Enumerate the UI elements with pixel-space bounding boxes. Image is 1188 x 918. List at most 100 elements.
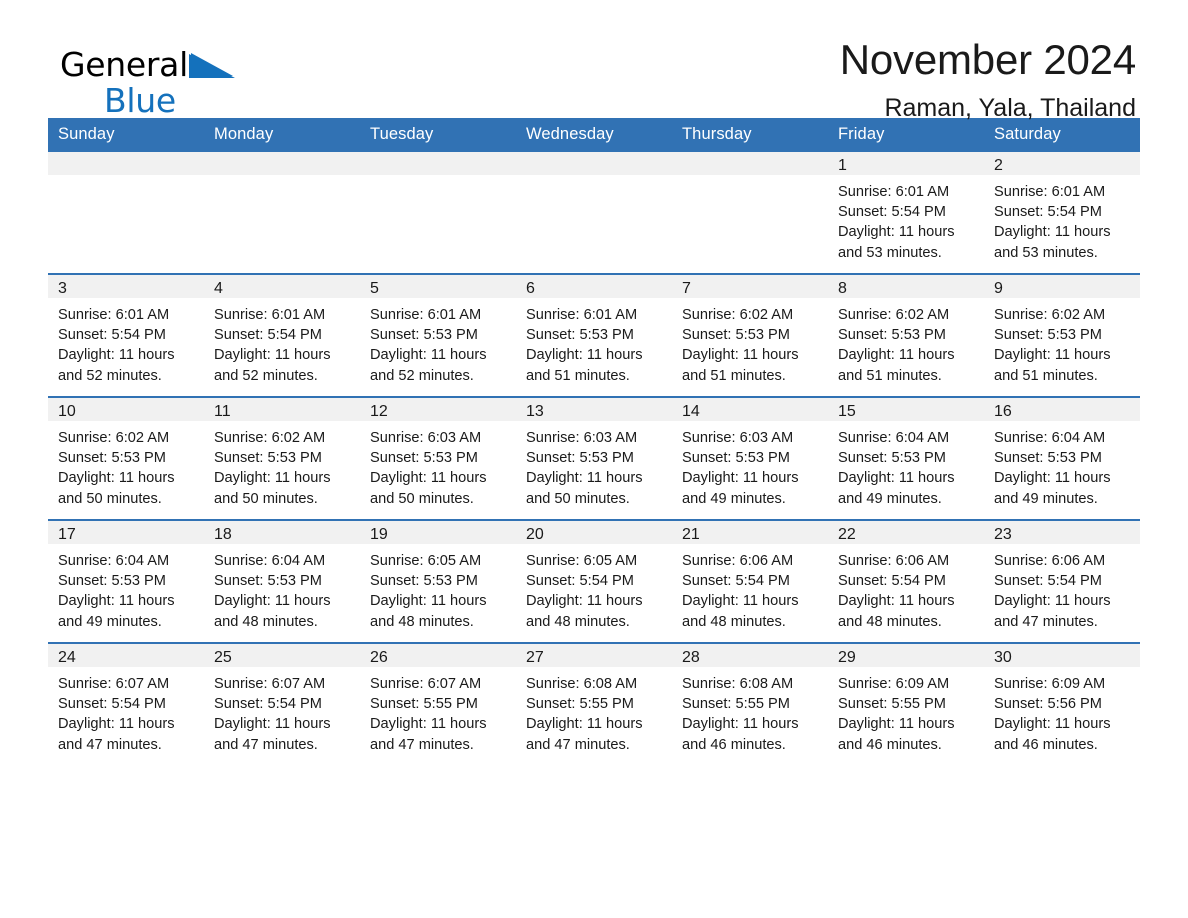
calendar-day-cell[interactable]: 13 Sunrise: 6:03 AM Sunset: 5:53 PM Dayligh… <box>516 396 672 520</box>
day-number: 9 <box>984 275 1140 298</box>
day-number: 27 <box>516 644 672 667</box>
calendar-day-cell[interactable]: 9 Sunrise: 6:02 AM Sunset: 5:53 PM Daylight… <box>984 273 1140 397</box>
calendar-day-cell[interactable]: 12 Sunrise: 6:03 AM Sunset: 5:53 PM Dayligh… <box>360 396 516 520</box>
daylight-text-line1: Daylight: 11 hours <box>682 593 799 610</box>
calendar-body: 1 Sunrise: 6:01 AM Sunset: 5:54 PM Daylight… <box>48 152 1140 765</box>
sunset-text: Sunset: 5:54 PM <box>58 696 166 713</box>
sunset-text: Sunset: 5:53 PM <box>838 450 946 467</box>
calendar-day-cell[interactable]: 20 Sunrise: 6:05 AM Sunset: 5:54 PM Dayligh… <box>516 519 672 643</box>
sunrise-text: Sunrise: 6:04 AM <box>58 553 170 569</box>
day-number: 11 <box>204 398 360 421</box>
day-number: 21 <box>672 521 828 544</box>
brand-name-general: General <box>60 48 235 83</box>
day-number: 12 <box>360 398 516 421</box>
sunset-text: Sunset: 5:54 PM <box>838 573 946 590</box>
sunrise-text: Sunrise: 6:05 AM <box>370 553 482 569</box>
calendar-day-cell[interactable]: 17 Sunrise: 6:04 AM Sunset: 5:53 PM Dayligh… <box>48 519 204 643</box>
calendar-day-cell[interactable]: 25 Sunrise: 6:07 AM Sunset: 5:54 PM Dayligh… <box>204 642 360 765</box>
day-number: 17 <box>48 521 204 544</box>
daylight-text-line1: Daylight: 11 hours <box>370 593 487 610</box>
calendar-day-cell[interactable]: 22 Sunrise: 6:06 AM Sunset: 5:54 PM Dayligh… <box>828 519 984 643</box>
daylight-text-line1: Daylight: 11 hours <box>526 470 643 487</box>
calendar-day-cell[interactable]: 21 Sunrise: 6:06 AM Sunset: 5:54 PM Dayligh… <box>672 519 828 643</box>
weekday-header-tuesday: Tuesday <box>360 118 516 152</box>
calendar-day-cell[interactable]: 29 Sunrise: 6:09 AM Sunset: 5:55 PM Dayligh… <box>828 642 984 765</box>
calendar-day-cell[interactable]: 30 Sunrise: 6:09 AM Sunset: 5:56 PM Dayligh… <box>984 642 1140 765</box>
day-sun-info: Sunrise: 6:05 AM Sunset: 5:53 PM Daylight:… <box>360 544 516 632</box>
daylight-text-line2: and 50 minutes. <box>58 490 162 507</box>
day-sun-info: Sunrise: 6:02 AM Sunset: 5:53 PM Daylight:… <box>672 298 828 386</box>
sunset-text: Sunset: 5:53 PM <box>370 573 478 590</box>
day-sun-info: Sunrise: 6:08 AM Sunset: 5:55 PM Daylight:… <box>516 667 672 755</box>
day-sun-info: Sunrise: 6:01 AM Sunset: 5:54 PM Daylight:… <box>984 175 1140 263</box>
calendar-day-cell[interactable]: 6 Sunrise: 6:01 AM Sunset: 5:53 PM Daylight… <box>516 273 672 397</box>
calendar-day-cell[interactable]: 3 Sunrise: 6:01 AM Sunset: 5:54 PM Daylight… <box>48 273 204 397</box>
day-number: 26 <box>360 644 516 667</box>
sunrise-text: Sunrise: 6:08 AM <box>682 676 794 692</box>
daylight-text-line1: Daylight: 11 hours <box>838 716 955 733</box>
calendar-day-cell[interactable]: 27 Sunrise: 6:08 AM Sunset: 5:55 PM Dayligh… <box>516 642 672 765</box>
day-sun-info: Sunrise: 6:08 AM Sunset: 5:55 PM Daylight:… <box>672 667 828 755</box>
sunrise-text: Sunrise: 6:02 AM <box>58 430 170 446</box>
weekday-header-sunday: Sunday <box>48 118 204 152</box>
sunset-text: Sunset: 5:53 PM <box>58 573 166 590</box>
day-sun-info: Sunrise: 6:07 AM Sunset: 5:55 PM Daylight:… <box>360 667 516 755</box>
daylight-text-line2: and 48 minutes. <box>214 613 318 630</box>
day-sun-info: Sunrise: 6:01 AM Sunset: 5:53 PM Daylight:… <box>516 298 672 386</box>
calendar-page: General Blue November 2024 Raman, Yala, … <box>0 0 1188 918</box>
calendar-day-cell[interactable]: 14 Sunrise: 6:03 AM Sunset: 5:53 PM Dayligh… <box>672 396 828 520</box>
sunset-text: Sunset: 5:54 PM <box>994 204 1102 221</box>
daylight-text-line2: and 51 minutes. <box>682 367 786 384</box>
sunset-text: Sunset: 5:54 PM <box>526 573 634 590</box>
daylight-text-line1: Daylight: 11 hours <box>994 716 1111 733</box>
daylight-text-line1: Daylight: 11 hours <box>370 470 487 487</box>
weekday-header-monday: Monday <box>204 118 360 152</box>
calendar-day-cell[interactable]: 8 Sunrise: 6:02 AM Sunset: 5:53 PM Daylight… <box>828 273 984 397</box>
calendar-day-cell[interactable]: 28 Sunrise: 6:08 AM Sunset: 5:55 PM Dayligh… <box>672 642 828 765</box>
calendar-day-cell[interactable]: 26 Sunrise: 6:07 AM Sunset: 5:55 PM Dayligh… <box>360 642 516 765</box>
day-sun-info: Sunrise: 6:02 AM Sunset: 5:53 PM Daylight:… <box>984 298 1140 386</box>
calendar-day-cell[interactable]: 5 Sunrise: 6:01 AM Sunset: 5:53 PM Daylight… <box>360 273 516 397</box>
calendar-day-cell[interactable]: 24 Sunrise: 6:07 AM Sunset: 5:54 PM Dayligh… <box>48 642 204 765</box>
sunrise-text: Sunrise: 6:01 AM <box>526 307 638 323</box>
brand-logo[interactable]: General Blue <box>60 48 235 117</box>
day-number: 1 <box>828 152 984 175</box>
daylight-text-line2: and 47 minutes. <box>370 736 474 753</box>
calendar-day-cell[interactable]: 11 Sunrise: 6:02 AM Sunset: 5:53 PM Dayligh… <box>204 396 360 520</box>
daylight-text-line1: Daylight: 11 hours <box>526 593 643 610</box>
calendar-day-cell[interactable]: 1 Sunrise: 6:01 AM Sunset: 5:54 PM Daylight… <box>828 152 984 274</box>
sunrise-text: Sunrise: 6:09 AM <box>994 676 1106 692</box>
daylight-text-line2: and 46 minutes. <box>682 736 786 753</box>
daylight-text-line1: Daylight: 11 hours <box>682 470 799 487</box>
calendar-day-cell[interactable]: 2 Sunrise: 6:01 AM Sunset: 5:54 PM Daylight… <box>984 152 1140 274</box>
calendar-day-cell[interactable]: 18 Sunrise: 6:04 AM Sunset: 5:53 PM Dayligh… <box>204 519 360 643</box>
daylight-text-line1: Daylight: 11 hours <box>994 470 1111 487</box>
calendar-day-cell[interactable]: 23 Sunrise: 6:06 AM Sunset: 5:54 PM Dayligh… <box>984 519 1140 643</box>
daylight-text-line1: Daylight: 11 hours <box>58 347 175 364</box>
calendar-day-cell[interactable]: 16 Sunrise: 6:04 AM Sunset: 5:53 PM Dayligh… <box>984 396 1140 520</box>
daylight-text-line1: Daylight: 11 hours <box>682 716 799 733</box>
calendar-day-cell[interactable]: 15 Sunrise: 6:04 AM Sunset: 5:53 PM Dayligh… <box>828 396 984 520</box>
day-number: 22 <box>828 521 984 544</box>
day-sun-info: Sunrise: 6:09 AM Sunset: 5:55 PM Daylight:… <box>828 667 984 755</box>
day-number: 20 <box>516 521 672 544</box>
calendar-day-cell[interactable]: 10 Sunrise: 6:02 AM Sunset: 5:53 PM Dayligh… <box>48 396 204 520</box>
daylight-text-line2: and 47 minutes. <box>214 736 318 753</box>
calendar-day-cell[interactable]: 7 Sunrise: 6:02 AM Sunset: 5:53 PM Daylight… <box>672 273 828 397</box>
daylight-text-line1: Daylight: 11 hours <box>58 716 175 733</box>
calendar-week-row: 24 Sunrise: 6:07 AM Sunset: 5:54 PM Dayligh… <box>48 642 1140 765</box>
weekday-header-row: Sunday Monday Tuesday Wednesday Thursday… <box>48 118 1140 152</box>
daylight-text-line1: Daylight: 11 hours <box>370 347 487 364</box>
daylight-text-line2: and 46 minutes. <box>994 736 1098 753</box>
daylight-text-line2: and 48 minutes. <box>682 613 786 630</box>
weekday-header-friday: Friday <box>828 118 984 152</box>
day-sun-info: Sunrise: 6:06 AM Sunset: 5:54 PM Daylight:… <box>828 544 984 632</box>
calendar-day-cell[interactable]: 19 Sunrise: 6:05 AM Sunset: 5:53 PM Dayligh… <box>360 519 516 643</box>
sunrise-text: Sunrise: 6:04 AM <box>214 553 326 569</box>
page-header: General Blue November 2024 Raman, Yala, … <box>48 0 1140 121</box>
sunset-text: Sunset: 5:55 PM <box>526 696 634 713</box>
daylight-text-line1: Daylight: 11 hours <box>994 224 1111 241</box>
calendar-day-cell[interactable]: 4 Sunrise: 6:01 AM Sunset: 5:54 PM Daylight… <box>204 273 360 397</box>
day-sun-info: Sunrise: 6:02 AM Sunset: 5:53 PM Daylight:… <box>48 421 204 509</box>
daylight-text-line1: Daylight: 11 hours <box>526 716 643 733</box>
